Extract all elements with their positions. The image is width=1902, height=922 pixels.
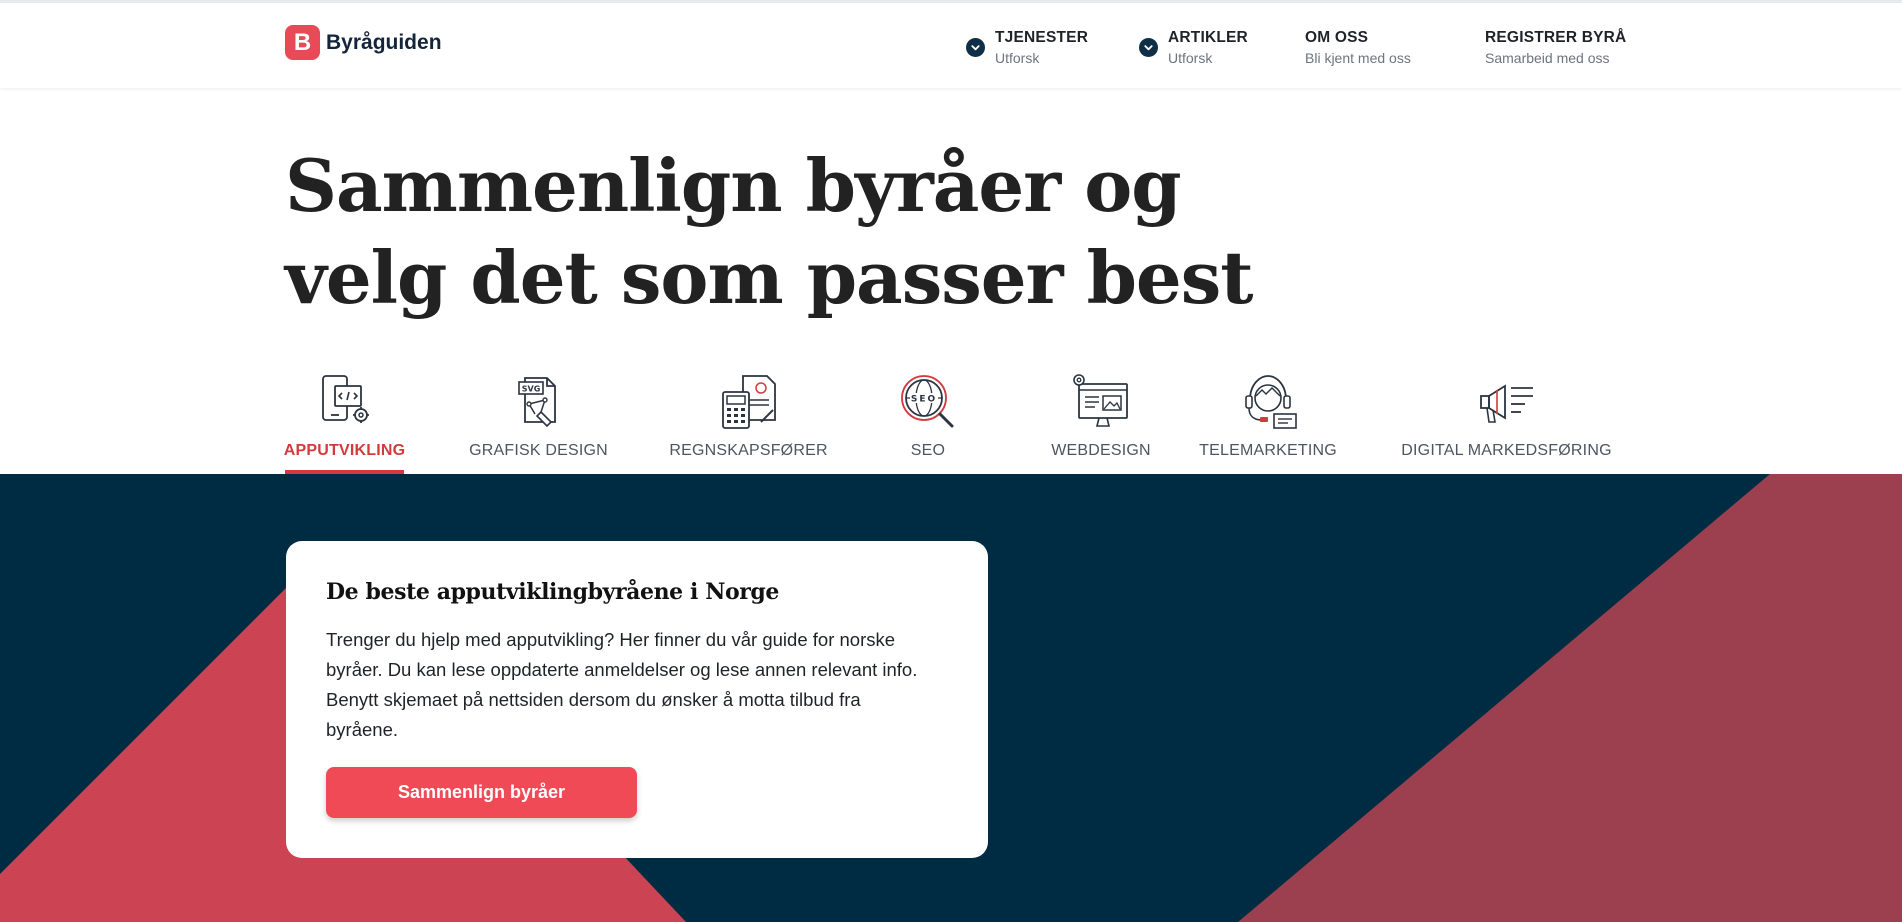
app-development-icon (321, 375, 369, 423)
nav-subtitle: Bli kjent med oss (1305, 50, 1411, 66)
nav-subtitle: Utforsk (995, 50, 1040, 66)
tab-seo[interactable]: SEO SEO (896, 370, 960, 474)
tab-digital-markedsforing[interactable]: DIGITAL MARKEDSFØRING (1401, 370, 1612, 474)
digital-marketing-icon (1479, 384, 1533, 423)
page-title-line-2: velg det som passer best (285, 235, 1254, 320)
svg-text:SEO: SEO (911, 395, 937, 405)
tab-label: WEBDESIGN (1051, 442, 1151, 459)
category-tabs: APPUTVIKLING SVG GRAFISK DESIGN REGNSKAP… (0, 370, 1902, 474)
tab-label: SEO (910, 442, 946, 459)
accounting-icon (721, 375, 776, 429)
nav-title: REGISTRER BYRÅ (1485, 29, 1627, 46)
nav-title: TJENESTER (995, 29, 1089, 46)
intro-card: De beste apputviklingbyråene i Norge Tre… (286, 541, 988, 858)
tab-telemarketing[interactable]: TELEMARKETING (1199, 370, 1337, 474)
graphic-design-icon: SVG (517, 377, 556, 428)
page-title: Sammenlign byråer og velg det som passer… (285, 140, 1254, 324)
tab-label: TELEMARKETING (1199, 442, 1337, 459)
tab-label: APPUTVIKLING (283, 442, 406, 459)
tab-label: REGNSKAPSFØRER (669, 442, 828, 459)
tab-label: GRAFISK DESIGN (469, 442, 608, 459)
nav-title: OM OSS (1305, 29, 1369, 46)
nav-subtitle: Utforsk (1168, 50, 1213, 66)
nav-om-oss[interactable]: OM OSS Bli kjent med oss (1305, 29, 1411, 68)
logo-badge: B (285, 25, 320, 60)
nav-title: ARTIKLER (1168, 29, 1248, 46)
svg-text:SVG: SVG (521, 385, 540, 394)
card-body: Trenger du hjelp med apputvikling? Her f… (326, 629, 918, 740)
hero-banner: De beste apputviklingbyråene i Norge Tre… (0, 474, 1902, 922)
nav-registrer-byra[interactable]: REGISTRER BYRÅ Samarbeid med oss (1485, 29, 1626, 68)
nav-tjenester[interactable]: TJENESTER Utforsk (966, 29, 1088, 68)
page-title-line-1: Sammenlign byråer og (285, 143, 1182, 228)
compare-agencies-button[interactable]: Sammenlign byråer (326, 767, 637, 818)
tab-grafisk-design[interactable]: SVG GRAFISK DESIGN (469, 370, 608, 474)
nav-subtitle: Samarbeid med oss (1485, 50, 1610, 66)
tab-apputvikling[interactable]: APPUTVIKLING (283, 370, 406, 474)
chevron-down-icon (1139, 38, 1158, 57)
chevron-down-icon (966, 38, 985, 57)
logo-text: Byråguiden (326, 30, 442, 54)
telemarketing-icon (1245, 375, 1297, 429)
tab-label: DIGITAL MARKEDSFØRING (1401, 442, 1612, 459)
webdesign-icon (1073, 374, 1128, 427)
nav-artikler[interactable]: ARTIKLER Utforsk (1139, 29, 1248, 68)
tab-webdesign[interactable]: WEBDESIGN (1034, 370, 1168, 474)
card-title: De beste apputviklingbyråene i Norge (326, 579, 780, 605)
tab-regnskapsforer[interactable]: REGNSKAPSFØRER (669, 370, 828, 474)
seo-icon: SEO (901, 375, 954, 428)
site-header: B Byråguiden TJENESTER Utforsk ARTIKLER … (0, 0, 1902, 88)
logo[interactable]: B Byråguiden (285, 25, 442, 60)
